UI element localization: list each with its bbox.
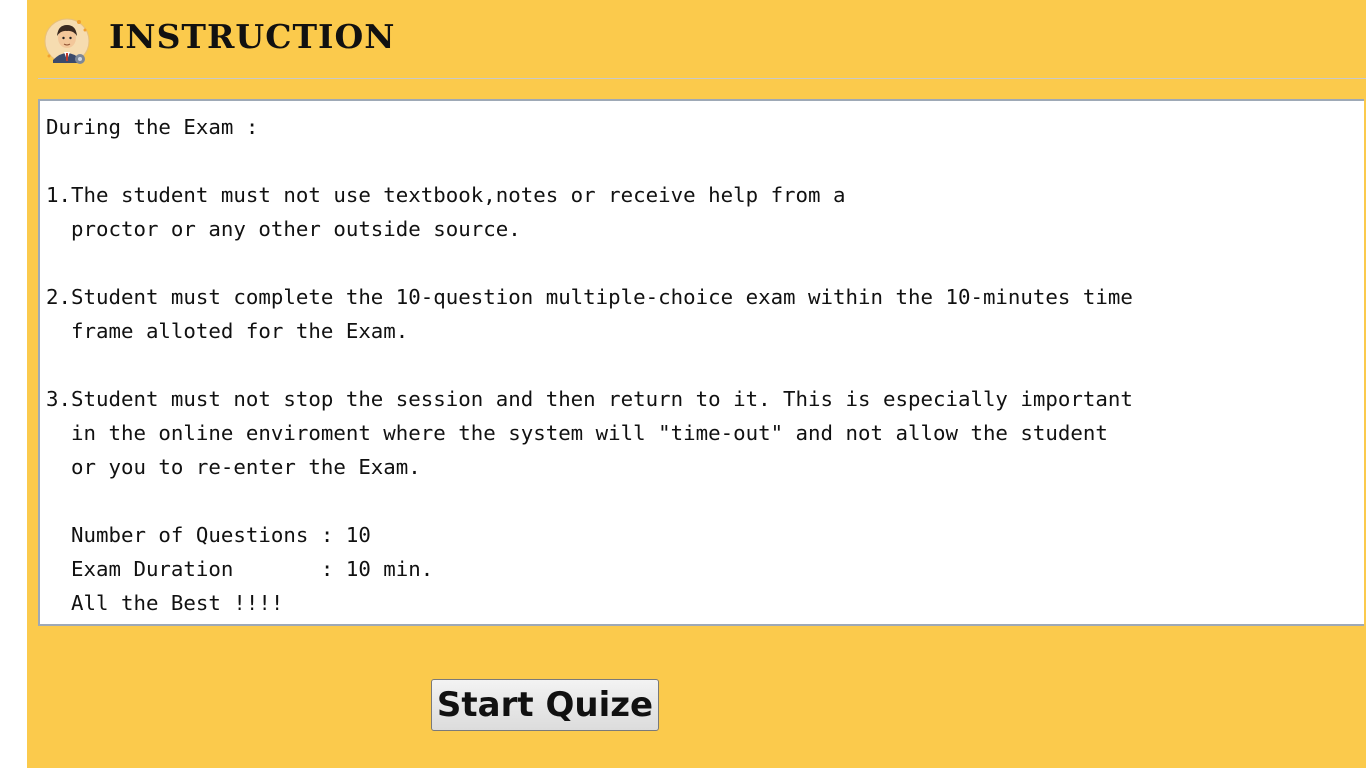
header: INSTRUCTION — [27, 0, 1366, 78]
instructions-text: During the Exam : 1.The student must not… — [46, 115, 1133, 615]
start-quiz-button[interactable]: Start Quize — [431, 679, 659, 731]
header-divider — [38, 78, 1366, 79]
instruction-window: INSTRUCTION During the Exam : 1.The stud… — [27, 0, 1366, 768]
instructions-text-area[interactable]: During the Exam : 1.The student must not… — [38, 99, 1364, 626]
student-avatar-icon — [44, 18, 90, 64]
page-title: INSTRUCTION — [109, 17, 396, 56]
